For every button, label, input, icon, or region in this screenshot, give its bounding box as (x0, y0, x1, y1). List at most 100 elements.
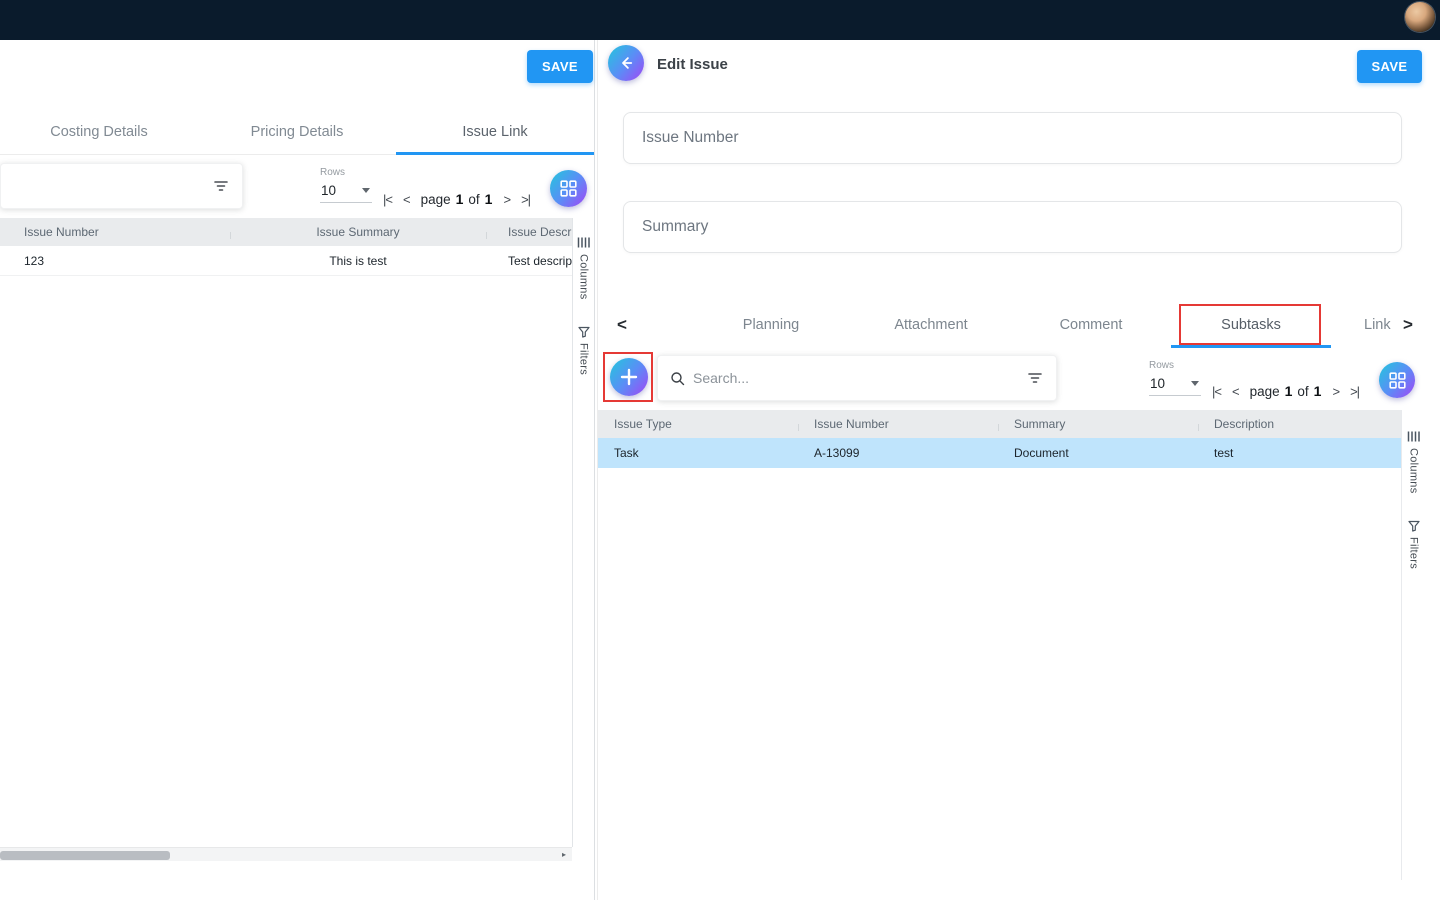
current-page: 1 (1285, 383, 1293, 399)
issue-link-table: Issue Number Issue Summary Issue Descrip… (0, 218, 572, 276)
issue-link-save-button[interactable]: SAVE (527, 50, 593, 83)
chevron-down-icon (362, 188, 370, 193)
rows-select[interactable]: 10 (1149, 374, 1201, 396)
next-page-button[interactable]: > (1332, 384, 1339, 399)
left-pagination: |< < page 1 of 1 > >| (383, 186, 530, 212)
cell-issue-type: Task (598, 446, 798, 460)
last-page-button[interactable]: >| (521, 192, 530, 207)
table-header-row: Issue Type Issue Number Summary Descript… (598, 410, 1401, 438)
back-button[interactable] (608, 45, 644, 81)
plus-icon (619, 367, 639, 387)
rows-value: 10 (321, 183, 336, 198)
edit-issue-panel: Edit Issue SAVE Planning Attachment Comm… (597, 40, 1440, 900)
rows-label: Rows (1149, 360, 1201, 371)
tabs-scroll-left-icon[interactable]: < (610, 302, 634, 348)
grid-view-button[interactable] (550, 170, 587, 207)
page-word: page (1250, 384, 1280, 399)
first-page-button[interactable]: |< (383, 192, 392, 207)
subtasks-table-side-rail: Columns Filters (1401, 410, 1425, 880)
tab-attachment[interactable]: Attachment (851, 302, 1011, 348)
left-table-side-rail: Columns Filters (572, 218, 594, 847)
cell-summary: Document (998, 446, 1198, 460)
columns-label: Columns (578, 254, 590, 300)
subtasks-pagination: |< < page 1 of 1 > >| (1212, 378, 1359, 404)
user-avatar[interactable] (1405, 2, 1435, 32)
cell-issue-number: 123 (0, 254, 230, 268)
last-page-button[interactable]: >| (1350, 384, 1359, 399)
filters-toggle[interactable]: Filters (1408, 520, 1420, 569)
cell-issue-summary: This is test (230, 254, 486, 268)
filters-label: Filters (1408, 537, 1420, 569)
tab-costing-details[interactable]: Costing Details (0, 110, 198, 154)
page-indicator: page 1 of 1 (421, 191, 493, 207)
first-page-button[interactable]: |< (1212, 384, 1221, 399)
page-indicator: page 1 of 1 (1250, 383, 1322, 399)
grid-view-button[interactable] (1379, 362, 1415, 398)
total-pages: 1 (485, 191, 493, 207)
prev-page-button[interactable]: < (403, 192, 410, 207)
grid-view-icon (560, 180, 577, 197)
column-header-issue-summary[interactable]: Issue Summary (230, 225, 486, 239)
issue-number-field[interactable] (623, 112, 1402, 164)
tab-subtasks[interactable]: Subtasks (1171, 302, 1331, 348)
columns-toggle[interactable]: Columns (1407, 430, 1420, 494)
table-row[interactable]: 123 This is test Test description (0, 246, 572, 276)
table-row[interactable]: Task A-13099 Document test (598, 438, 1401, 468)
tabs-scroll-right-icon[interactable]: > (1396, 302, 1420, 348)
column-header-issue-type[interactable]: Issue Type (598, 417, 798, 431)
summary-field[interactable] (623, 201, 1402, 253)
filters-label: Filters (578, 343, 590, 375)
issue-link-panel: SAVE Costing Details Pricing Details Iss… (0, 40, 595, 900)
filter-icon[interactable] (212, 177, 230, 195)
column-header-summary[interactable]: Summary (998, 417, 1198, 431)
filter-icon[interactable] (1026, 369, 1044, 387)
scroll-right-button[interactable]: ▸ (557, 848, 571, 861)
left-rows-per-page: Rows 10 (320, 167, 372, 203)
page-word: page (421, 192, 451, 207)
column-header-issue-description[interactable]: Issue Description (486, 225, 572, 239)
add-subtask-button[interactable] (610, 358, 648, 396)
subtasks-table: Issue Type Issue Number Summary Descript… (598, 410, 1401, 468)
tab-strip: Planning Attachment Comment Subtasks Lin… (691, 302, 1424, 348)
search-icon (670, 371, 685, 386)
rows-select[interactable]: 10 (320, 181, 372, 203)
table-header-row: Issue Number Issue Summary Issue Descrip… (0, 218, 572, 246)
subtasks-search-box (657, 355, 1057, 401)
left-tab-bar: Costing Details Pricing Details Issue Li… (0, 110, 594, 155)
columns-label: Columns (1408, 448, 1420, 494)
next-page-button[interactable]: > (503, 192, 510, 207)
cell-issue-number: A-13099 (798, 446, 998, 460)
of-word: of (468, 192, 479, 207)
horizontal-scrollbar[interactable]: ▸ (0, 847, 572, 861)
tab-planning[interactable]: Planning (691, 302, 851, 348)
tab-comment[interactable]: Comment (1011, 302, 1171, 348)
scrollbar-thumb[interactable] (0, 851, 170, 860)
edit-issue-save-button[interactable]: SAVE (1357, 50, 1422, 83)
left-search-box (0, 163, 243, 209)
current-page: 1 (456, 191, 464, 207)
left-search-input[interactable] (9, 178, 212, 194)
prev-page-button[interactable]: < (1232, 384, 1239, 399)
columns-icon (577, 236, 590, 249)
tab-pricing-details[interactable]: Pricing Details (198, 110, 396, 154)
grid-view-icon (1389, 372, 1406, 389)
subtasks-search-input[interactable] (685, 370, 1026, 386)
column-header-description[interactable]: Description (1198, 417, 1401, 431)
filter-funnel-icon (1408, 520, 1420, 532)
detail-tab-bar: Planning Attachment Comment Subtasks Lin… (608, 302, 1424, 348)
total-pages: 1 (1314, 383, 1322, 399)
rows-label: Rows (320, 167, 372, 178)
of-word: of (1297, 384, 1308, 399)
columns-toggle[interactable]: Columns (577, 236, 590, 300)
chevron-down-icon (1191, 381, 1199, 386)
filter-funnel-icon (578, 326, 590, 338)
filters-toggle[interactable]: Filters (578, 326, 590, 375)
tab-issue-link[interactable]: Issue Link (396, 110, 594, 154)
column-header-issue-number[interactable]: Issue Number (798, 417, 998, 431)
column-header-issue-number[interactable]: Issue Number (0, 225, 230, 239)
app-root: SAVE Costing Details Pricing Details Iss… (0, 0, 1440, 900)
top-navbar (0, 0, 1440, 40)
subtasks-rows-per-page: Rows 10 (1149, 360, 1201, 396)
summary-field-wrap (623, 201, 1402, 253)
columns-icon (1407, 430, 1420, 443)
